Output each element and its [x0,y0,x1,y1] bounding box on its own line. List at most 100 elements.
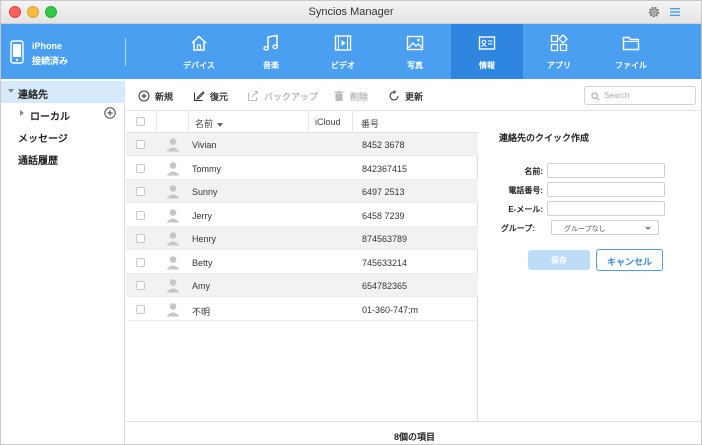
search-box[interactable] [584,86,696,105]
contact-name: Betty [192,257,213,268]
toolbar: 新規 復元 バックアップ 削除 更新 Search [126,79,701,111]
phone-label: 電話番号: [508,186,543,195]
chevron-right-icon[interactable] [20,110,24,116]
header-divider [125,38,126,66]
contacts-table: 名前 iCloud 番号 Vivian 8452 3678 Tommy 8423674… [126,111,478,421]
sidebar-item-call-history[interactable]: 通話履歴 [1,147,125,169]
status-bar: 8個の項目 [126,421,701,444]
contact-name: Jerry [192,210,212,221]
tab-apps[interactable]: アプリ [523,24,595,79]
name-field[interactable] [547,163,665,178]
row-checkbox[interactable] [136,234,145,243]
device-info[interactable]: iPhone 接続済み [1,24,125,79]
table-row[interactable]: Sunny 6497 2513 [126,180,478,203]
contact-avatar-icon [166,208,180,222]
menu-icon[interactable] [669,7,681,17]
tab-photo[interactable]: 写真 [379,24,451,79]
email-label: E-メール: [508,205,543,214]
contact-number: 874563789 [362,234,408,244]
contact-number: 8452 3678 [362,140,405,150]
home-icon [191,35,207,51]
contact-number: 6497 2513 [362,187,405,197]
save-button[interactable]: 保存 [528,250,590,270]
delete-button[interactable]: 削除 [333,89,368,103]
row-checkbox[interactable] [136,163,145,173]
contact-avatar-icon [166,255,180,269]
export-icon [248,91,258,101]
chevron-down-icon[interactable] [8,89,14,93]
contact-number: 6458 7239 [362,210,405,221]
photo-icon [406,35,424,51]
title-bar: Syncios Manager [1,1,701,24]
edit-icon [194,91,205,101]
contact-number: 745633214 [362,257,408,268]
row-checkbox[interactable] [136,281,145,290]
contact-name: Henry [192,234,217,244]
group-label: グループ: [500,224,535,233]
phone-field[interactable] [547,182,665,197]
new-button[interactable]: 新規 [138,89,173,103]
table-row[interactable]: Henry 874563789 [126,227,478,250]
email-field[interactable] [547,201,665,216]
search-icon [591,92,600,101]
device-name: iPhone [32,41,63,51]
group-select[interactable]: グループなし [551,220,659,235]
contact-avatar-icon [166,232,180,246]
plus-circle-icon [138,90,150,102]
window-title: Syncios Manager [308,6,394,18]
row-checkbox[interactable] [136,140,145,149]
row-checkbox[interactable] [136,187,145,196]
refresh-icon [389,90,399,101]
main-tabs: デバイス 音楽 ビデオ 写真 情報 アプリ ファイル [163,24,667,79]
avatar-column-header [156,111,188,133]
contact-avatar-icon [166,302,180,316]
name-label: 名前: [524,167,543,176]
sidebar-item-messages[interactable]: メッセージ [1,125,125,147]
column-header-number[interactable]: 番号 [352,111,478,133]
restore-button[interactable]: 復元 [193,89,228,103]
chevron-down-icon [645,227,651,230]
table-row[interactable]: Tommy 842367415 [126,157,478,180]
add-circle-icon[interactable] [104,107,116,119]
refresh-button[interactable]: 更新 [388,89,423,103]
table-row[interactable]: Jerry 6458 7239 [126,204,478,227]
tab-files[interactable]: ファイル [595,24,667,79]
column-header-icloud[interactable]: iCloud [308,111,352,133]
table-row[interactable]: Vivian 8452 3678 [126,133,478,156]
contact-name: Sunny [192,187,218,197]
table-row[interactable]: Amy 654782365 [126,274,478,297]
contact-name: 不明 [192,306,211,317]
tab-device[interactable]: デバイス [163,24,235,79]
table-row[interactable]: 不明 01-360-747;m [126,298,478,321]
contact-number: 01-360-747;m [362,304,419,315]
column-header-name[interactable]: 名前 [188,111,308,133]
row-checkbox[interactable] [136,304,145,314]
music-icon [263,34,279,51]
table-row[interactable]: Betty 745633214 [126,251,478,274]
gear-icon[interactable] [647,5,661,19]
contact-number: 842367415 [362,163,408,174]
apps-icon [550,34,568,52]
contacts-card-icon [478,36,496,50]
panel-title: 連絡先のクイック作成 [499,133,590,143]
cancel-button[interactable]: キャンセル [596,249,663,271]
contact-avatar-icon [166,161,180,175]
folder-icon [622,36,640,51]
backup-button[interactable]: バックアップ [247,89,318,103]
tab-music[interactable]: 音楽 [235,24,307,79]
row-checkbox[interactable] [136,210,145,220]
sidebar-item-local[interactable]: ローカル [1,103,125,125]
video-icon [334,35,352,51]
row-checkbox[interactable] [136,257,145,267]
trash-icon [334,90,344,101]
contact-number: 654782365 [362,281,408,291]
sidebar: 連絡先 ローカル メッセージ 通話履歴 [1,79,125,444]
sidebar-item-contacts[interactable]: 連絡先 [1,81,125,103]
tab-video[interactable]: ビデオ [307,24,379,79]
tab-info[interactable]: 情報 [451,24,523,79]
select-all-checkbox[interactable] [136,117,145,126]
contact-avatar-icon [166,185,180,199]
contact-avatar-icon [166,138,180,152]
search-input[interactable] [604,89,692,102]
contact-name: Tommy [192,163,221,174]
